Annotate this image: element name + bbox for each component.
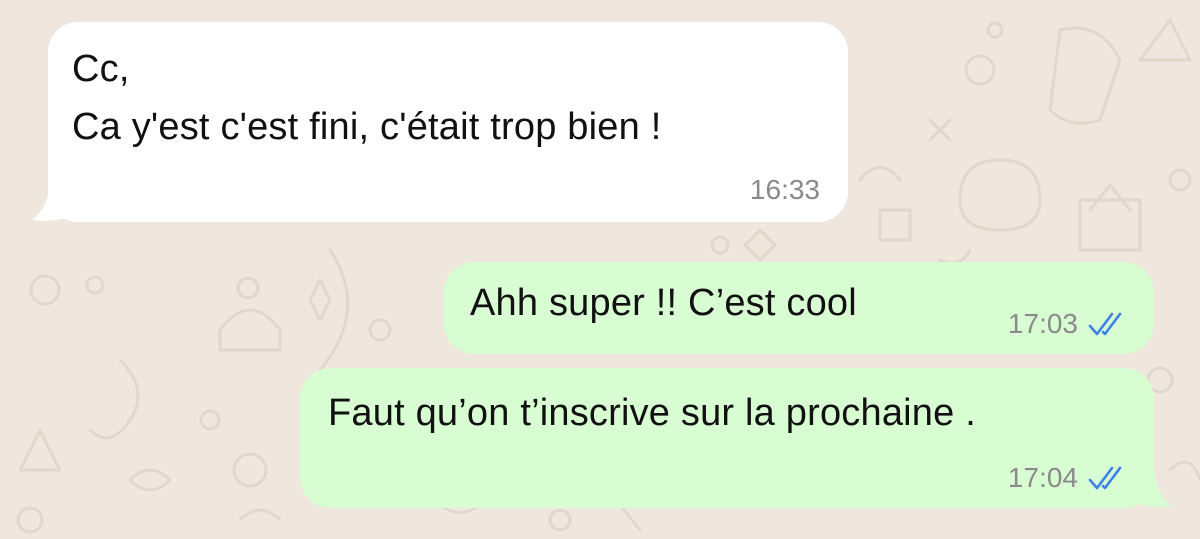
message-timestamp: 16:33 — [750, 174, 820, 206]
message-text-line: Ahh super !! C’est cool — [470, 282, 857, 324]
message-time: 17:04 — [1007, 462, 1078, 493]
message-bubble-outgoing[interactable]: Faut qu’on t’inscrive sur la prochaine .… — [300, 368, 1154, 508]
message-timestamp: 17:04 — [1008, 462, 1130, 494]
double-check-icon — [1088, 312, 1122, 336]
double-check-icon — [1088, 466, 1122, 490]
message-time: 17:03 — [1007, 308, 1078, 339]
bubble-tail-outgoing — [1136, 468, 1172, 507]
message-timestamp: 17:03 — [1008, 308, 1130, 340]
bubble-tail-incoming — [32, 182, 68, 221]
message-bubble-incoming[interactable]: Cc, Ca y'est c'est fini, c'était trop bi… — [48, 22, 848, 222]
message-time: 16:33 — [749, 174, 820, 205]
message-text-line: Cc, — [72, 48, 130, 90]
message-bubble-outgoing[interactable]: Ahh super !! C’est cool 17:03 — [444, 262, 1154, 354]
message-text-line: Faut qu’on t’inscrive sur la prochaine . — [328, 392, 976, 434]
message-text-line: Ca y'est c'est fini, c'était trop bien ! — [72, 106, 662, 148]
